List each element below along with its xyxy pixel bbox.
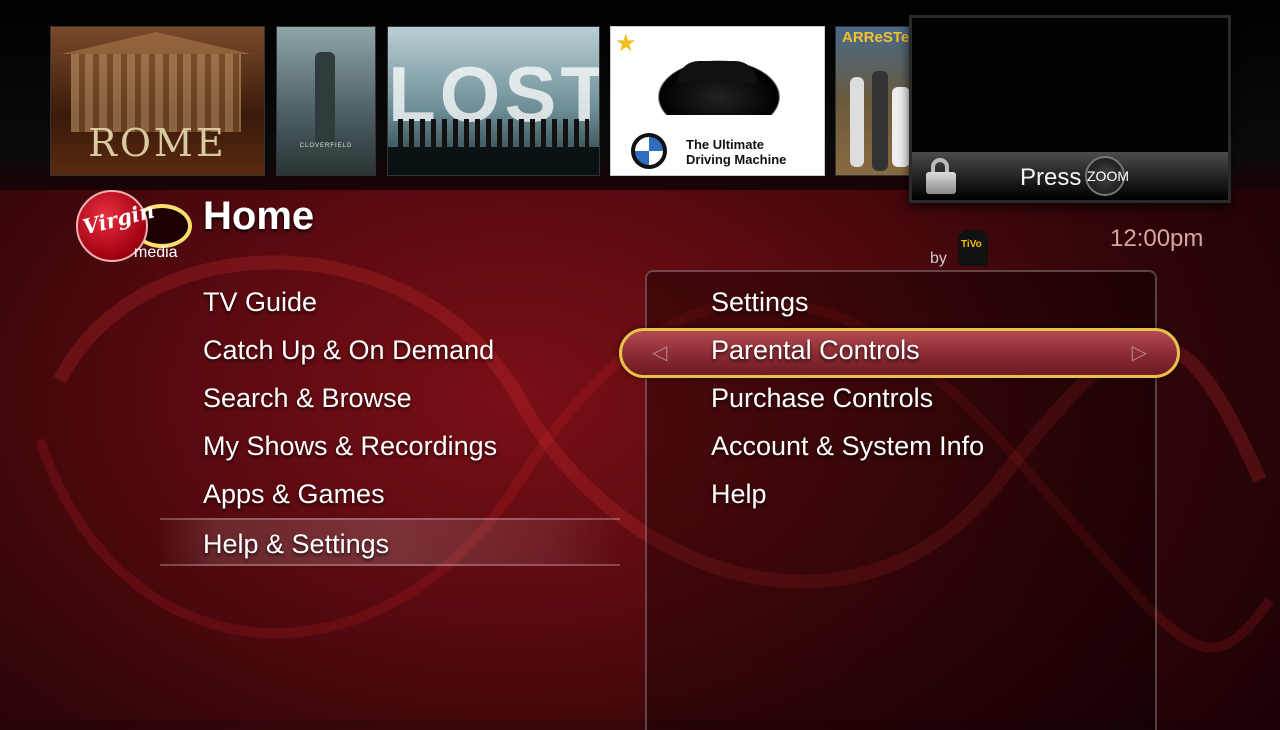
statue-graphic: [315, 52, 335, 142]
ad-tagline-line2: Driving Machine: [686, 152, 787, 167]
featured-thumbnail-cloverfield[interactable]: CLOVERFIELD: [276, 26, 376, 176]
press-label: Press: [1020, 164, 1082, 191]
page-title: Home: [203, 194, 315, 238]
virgin-media-logo: Virgin media: [72, 186, 196, 268]
tivo-logo-icon: [958, 230, 988, 266]
car-graphic: [649, 55, 789, 115]
logo-text-media: media: [134, 244, 178, 261]
menu-item-tv-guide[interactable]: TV Guide: [160, 278, 620, 326]
by-tivo-badge: by: [930, 222, 1000, 272]
person-graphic: [892, 87, 910, 167]
submenu-item-settings[interactable]: Settings: [645, 278, 1157, 326]
by-label: by: [930, 250, 947, 267]
ground-graphic: [388, 147, 599, 175]
thumbnail-title: ARReSTe: [842, 29, 910, 46]
cast-silhouette: [398, 119, 589, 149]
menu-item-apps-games[interactable]: Apps & Games: [160, 470, 620, 518]
menu-item-my-shows-recordings[interactable]: My Shows & Recordings: [160, 422, 620, 470]
menu-item-search-browse[interactable]: Search & Browse: [160, 374, 620, 422]
submenu-item-purchase-controls[interactable]: Purchase Controls: [645, 374, 1157, 422]
preview-lock-bar: Press ZOOM: [912, 152, 1228, 200]
featured-thumbnail-rome[interactable]: ROME: [50, 26, 265, 176]
person-graphic: [850, 77, 864, 167]
ad-tagline-line1: The Ultimate: [686, 137, 765, 152]
featured-thumbnail-arrested[interactable]: ARReSTe: [835, 26, 915, 176]
thumbnail-title: ROME: [88, 121, 227, 165]
submenu: Settings Parental Controls Purchase Cont…: [645, 278, 1157, 518]
submenu-item-account-system-info[interactable]: Account & System Info: [645, 422, 1157, 470]
main-menu: TV Guide Catch Up & On Demand Search & B…: [160, 278, 620, 566]
menu-item-catch-up-on-demand[interactable]: Catch Up & On Demand: [160, 326, 620, 374]
live-tv-preview[interactable]: Press ZOOM: [909, 15, 1231, 203]
ad-tagline: The Ultimate Driving Machine: [686, 137, 786, 167]
thumbnail-title: CLOVERFIELD: [299, 143, 353, 149]
submenu-item-parental-controls[interactable]: Parental Controls: [645, 326, 1157, 374]
star-icon: ★: [615, 30, 637, 57]
clock: 12:00pm: [1110, 225, 1204, 252]
submenu-item-help[interactable]: Help: [645, 470, 1157, 518]
lock-icon: [924, 158, 958, 194]
temple-graphic: [61, 32, 251, 132]
featured-thumbnail-lost[interactable]: LOST: [387, 26, 600, 176]
featured-thumbnail-bmw-ad[interactable]: ★ The Ultimate Driving Machine: [610, 26, 825, 176]
zoom-button-icon[interactable]: ZOOM: [1085, 156, 1129, 196]
bmw-logo-icon: [631, 133, 667, 169]
menu-item-help-settings[interactable]: Help & Settings: [160, 518, 620, 566]
person-graphic: [872, 71, 888, 171]
